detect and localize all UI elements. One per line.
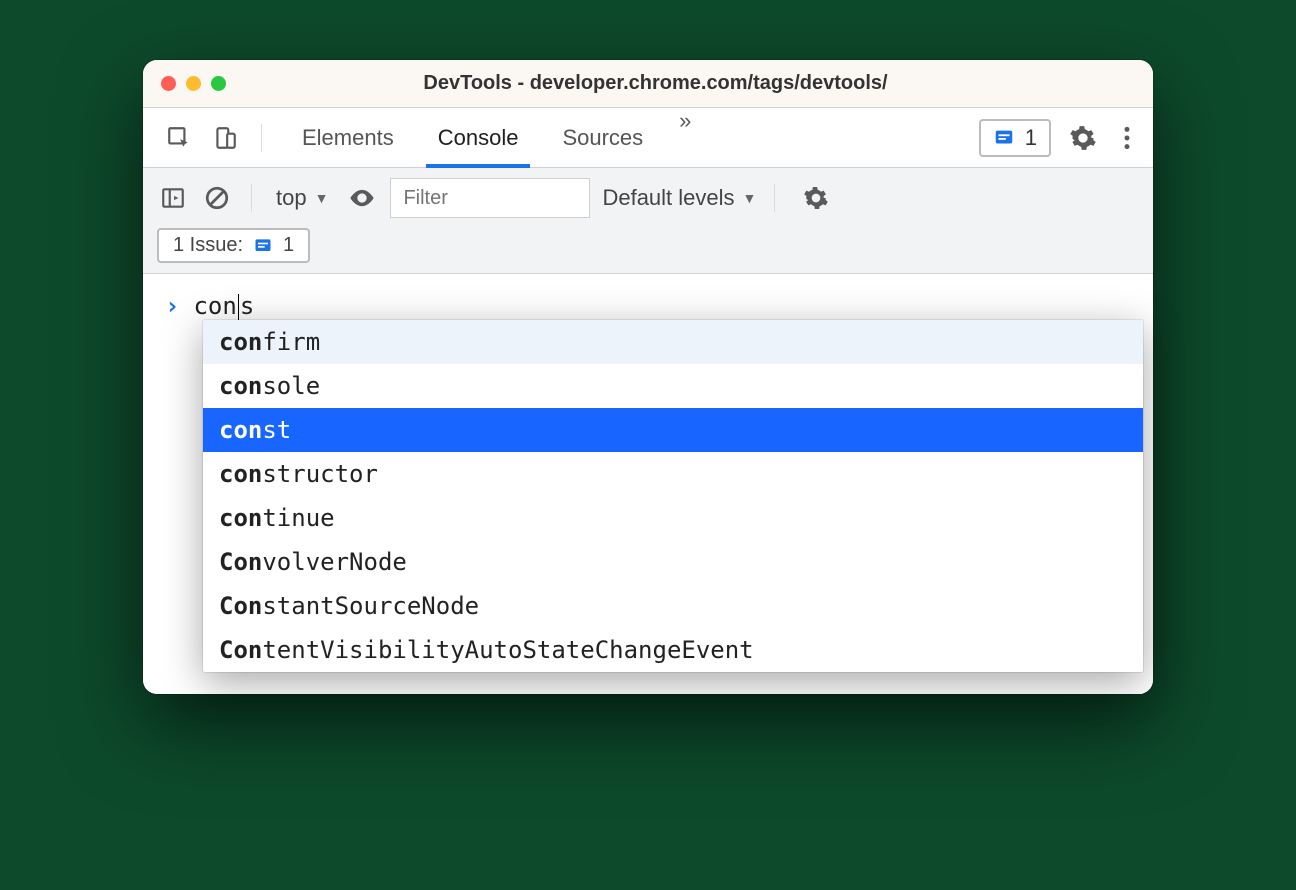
tab-console[interactable]: Console (416, 108, 541, 167)
issues-pill-count: 1 (283, 234, 294, 257)
more-tabs-button[interactable]: » (665, 108, 701, 167)
autocomplete-item[interactable]: ContentVisibilityAutoStateChangeEvent (203, 628, 1143, 672)
tab-sources[interactable]: Sources (540, 108, 665, 167)
autocomplete-rest: st (262, 416, 291, 444)
gear-icon (803, 185, 829, 211)
live-expression-icon[interactable] (346, 182, 378, 214)
text-cursor (238, 294, 239, 320)
autocomplete-match: con (219, 460, 262, 488)
issues-icon (993, 127, 1015, 149)
chevron-down-icon: ▼ (315, 190, 329, 206)
levels-label: Default levels (602, 185, 734, 211)
context-label: top (276, 185, 307, 211)
console-prompt-row[interactable]: › cons (143, 288, 1153, 324)
toolbar-divider (251, 184, 252, 212)
tab-label: Elements (302, 125, 394, 151)
autocomplete-popup: confirmconsoleconstconstructorcontinueCo… (203, 320, 1143, 672)
context-selector[interactable]: top ▼ (270, 183, 334, 213)
issues-pill-text: 1 Issue: (173, 234, 243, 257)
gear-icon (1069, 124, 1097, 152)
issues-count: 1 (1025, 125, 1037, 151)
log-levels-selector[interactable]: Default levels ▼ (602, 185, 756, 211)
tabbar-left-group (163, 122, 268, 154)
panel-tabs: Elements Console Sources » (280, 108, 701, 167)
prompt-chevron-icon: › (165, 292, 179, 320)
filter-input[interactable] (390, 178, 590, 218)
autocomplete-match: Con (219, 592, 262, 620)
window-title: DevTools - developer.chrome.com/tags/dev… (246, 72, 1065, 95)
autocomplete-rest: sole (262, 372, 320, 400)
clear-console-icon[interactable] (201, 182, 233, 214)
window-minimize-button[interactable] (186, 76, 201, 91)
autocomplete-match: Con (219, 636, 262, 664)
autocomplete-item[interactable]: continue (203, 496, 1143, 540)
prompt-text-before: con (193, 292, 236, 320)
tab-elements[interactable]: Elements (280, 108, 416, 167)
autocomplete-rest: tinue (262, 504, 334, 532)
autocomplete-match: Con (219, 548, 262, 576)
autocomplete-item[interactable]: ConstantSourceNode (203, 584, 1143, 628)
kebab-icon (1123, 125, 1131, 151)
autocomplete-match: con (219, 372, 262, 400)
main-tabbar: Elements Console Sources » 1 (143, 108, 1153, 168)
console-sidebar-toggle-icon[interactable] (157, 182, 189, 214)
toolbar-divider (774, 184, 775, 212)
tab-label: Sources (562, 125, 643, 151)
device-toggle-icon[interactable] (209, 122, 241, 154)
console-input[interactable]: cons (193, 292, 254, 320)
devtools-window: DevTools - developer.chrome.com/tags/dev… (143, 60, 1153, 694)
window-controls (161, 76, 226, 91)
autocomplete-match: con (219, 504, 262, 532)
console-body: › cons confirmconsoleconstconstructorcon… (143, 274, 1153, 694)
autocomplete-item[interactable]: ConvolverNode (203, 540, 1143, 584)
eye-icon (348, 184, 376, 212)
inspect-element-icon[interactable] (163, 122, 195, 154)
autocomplete-match: con (219, 416, 262, 444)
issues-icon (253, 236, 273, 256)
autocomplete-item[interactable]: const (203, 408, 1143, 452)
window-maximize-button[interactable] (211, 76, 226, 91)
tab-label: Console (438, 125, 519, 151)
window-close-button[interactable] (161, 76, 176, 91)
autocomplete-item[interactable]: constructor (203, 452, 1143, 496)
autocomplete-rest: tentVisibilityAutoStateChangeEvent (262, 636, 753, 664)
autocomplete-rest: stantSourceNode (262, 592, 479, 620)
issues-badge[interactable]: 1 (979, 119, 1051, 157)
autocomplete-match: con (219, 328, 262, 356)
settings-button[interactable] (1059, 124, 1107, 152)
autocomplete-item[interactable]: console (203, 364, 1143, 408)
autocomplete-rest: structor (262, 460, 378, 488)
chevron-down-icon: ▼ (743, 190, 757, 206)
window-titlebar: DevTools - developer.chrome.com/tags/dev… (143, 60, 1153, 108)
autocomplete-rest: firm (262, 328, 320, 356)
console-toolbar: top ▼ Default levels ▼ 1 Iss (143, 168, 1153, 274)
prompt-text-after: s (240, 292, 254, 320)
console-settings-button[interactable] (793, 185, 839, 211)
tabbar-divider (261, 124, 262, 152)
more-options-button[interactable] (1115, 125, 1139, 151)
autocomplete-item[interactable]: confirm (203, 320, 1143, 364)
issues-pill[interactable]: 1 Issue: 1 (157, 228, 310, 263)
autocomplete-rest: volverNode (262, 548, 407, 576)
